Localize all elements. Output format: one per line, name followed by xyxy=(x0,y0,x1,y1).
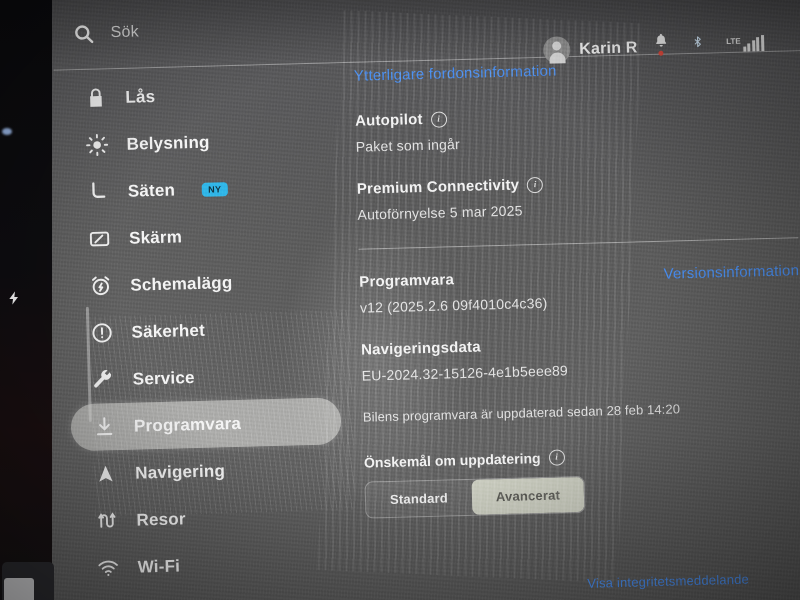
sidebar-item-label: Schemalägg xyxy=(130,272,233,295)
profile-button[interactable]: Karin R xyxy=(542,34,638,64)
section-divider xyxy=(358,237,799,250)
alarm-icon xyxy=(89,274,113,298)
sidebar-item-label: Belysning xyxy=(126,132,210,154)
indicator-light xyxy=(2,128,12,135)
update-preference-segmented-control: Standard Avancerat xyxy=(364,475,586,519)
navigation-data-row: Navigeringsdata EU-2024.32-15126-4e1b5ee… xyxy=(361,330,800,384)
profile-name: Karin R xyxy=(579,38,638,58)
charging-bolt-icon xyxy=(9,291,18,305)
segment-avancerat[interactable]: Avancerat xyxy=(471,476,585,515)
sidebar-item-schemalagg[interactable]: Schemalägg xyxy=(67,256,338,310)
avatar xyxy=(542,36,571,64)
notifications-button[interactable] xyxy=(653,32,670,56)
autopilot-row: Autopilot i Paket som ingår xyxy=(355,101,796,155)
download-icon xyxy=(93,415,117,439)
lower-left-object xyxy=(2,562,54,600)
sidebar-item-las[interactable]: Lås xyxy=(62,68,333,122)
sidebar-item-label: Service xyxy=(132,367,195,389)
update-status-text: Bilens programvara är uppdaterad sedan 2… xyxy=(362,401,681,425)
autopilot-value: Paket som ingår xyxy=(355,136,461,155)
premium-connectivity-value: Autoförnyelse 5 mar 2025 xyxy=(357,202,523,223)
sidebar-item-resor[interactable]: Resor xyxy=(73,491,344,545)
display-icon xyxy=(88,227,112,251)
update-preference-title: Önskemål om uppdatering xyxy=(363,450,541,471)
lock-icon xyxy=(84,86,108,110)
settings-sidebar: Lås Belysning Säten NY Skärm Schemalägg … xyxy=(62,68,347,600)
status-icons: LTE xyxy=(653,29,764,56)
update-preference-title-row: Önskemål om uppdatering i xyxy=(364,443,800,471)
software-content: Ytterligare fordonsinformation Autopilot… xyxy=(354,56,800,519)
network-indicator: LTE xyxy=(726,29,764,52)
notification-badge xyxy=(658,50,664,56)
seat-icon xyxy=(87,180,111,204)
sidebar-item-skarm[interactable]: Skärm xyxy=(65,209,336,263)
sidebar-item-label: Programvara xyxy=(133,413,242,436)
alert-icon xyxy=(90,321,114,345)
search-input[interactable]: Sök xyxy=(110,23,139,42)
sidebar-item-label: Säkerhet xyxy=(131,320,206,342)
premium-connectivity-title: Premium Connectivity xyxy=(356,176,520,198)
sidebar-item-programvara[interactable]: Programvara xyxy=(70,397,342,452)
sidebar-item-label: Skärm xyxy=(128,226,183,248)
navigation-data-value: EU-2024.32-15126-4e1b5eee89 xyxy=(361,362,569,384)
new-badge: NY xyxy=(201,181,228,197)
brightness-icon xyxy=(85,133,109,157)
left-instrument-strip xyxy=(0,0,54,600)
sidebar-item-saten[interactable]: Säten NY xyxy=(64,162,335,216)
navigation-icon xyxy=(94,462,118,486)
sidebar-item-sakerhet[interactable]: Säkerhet xyxy=(68,303,339,357)
wifi-icon xyxy=(96,556,120,580)
info-icon[interactable]: i xyxy=(430,110,447,128)
wrench-icon xyxy=(91,368,115,392)
sidebar-item-label: Wi-Fi xyxy=(137,556,181,577)
sidebar-item-label: Lås xyxy=(125,86,156,107)
software-title: Programvara xyxy=(359,271,455,291)
signal-bars xyxy=(742,35,764,52)
sidebar-item-navigering[interactable]: Navigering xyxy=(72,444,343,498)
segment-standard[interactable]: Standard xyxy=(366,480,473,518)
network-label: LTE xyxy=(726,36,741,47)
bluetooth-icon[interactable] xyxy=(691,32,705,52)
sidebar-item-wifi[interactable]: Wi-Fi xyxy=(74,538,345,592)
software-row: Programvara Versionsinformation v12 (202… xyxy=(359,262,800,316)
autopilot-title-row: Autopilot i xyxy=(355,101,795,130)
search-icon[interactable] xyxy=(72,23,95,46)
sidebar-item-service[interactable]: Service xyxy=(69,350,340,404)
software-version: v12 (2025.2.6 09f4010c4c36) xyxy=(359,294,548,316)
trips-icon xyxy=(95,509,119,533)
info-icon[interactable]: i xyxy=(548,449,565,466)
autopilot-title: Autopilot xyxy=(354,110,423,130)
premium-connectivity-row: Premium Connectivity i Autoförnyelse 5 m… xyxy=(357,169,798,223)
navigation-data-title: Navigeringsdata xyxy=(360,338,481,359)
release-notes-link[interactable]: Versionsinformation xyxy=(663,262,799,283)
bell-icon xyxy=(656,33,667,47)
info-icon[interactable]: i xyxy=(526,176,544,193)
sidebar-item-label: Navigering xyxy=(134,460,226,483)
tesla-touchscreen: PASSENGER AIRBAG ON Sök Karin R xyxy=(0,0,800,600)
sidebar-item-label: Resor xyxy=(136,508,186,530)
premium-connectivity-title-row: Premium Connectivity i xyxy=(357,169,797,198)
settings-panel: Sök Karin R LTE Lås Belysning Säten NY S… xyxy=(21,0,800,600)
sidebar-item-belysning[interactable]: Belysning xyxy=(63,115,334,169)
sidebar-item-label: Säten xyxy=(127,180,176,201)
